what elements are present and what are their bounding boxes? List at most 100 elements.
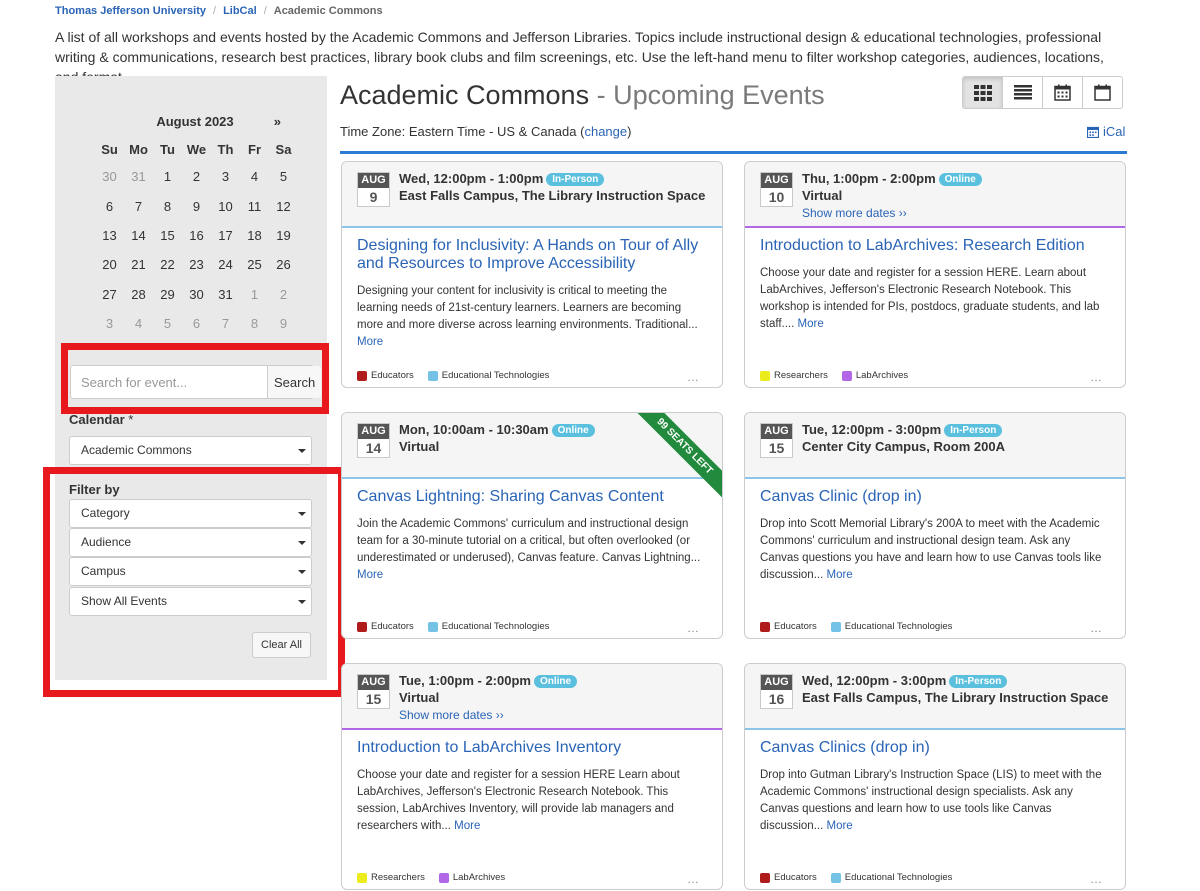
more-link[interactable]: More [454,820,480,832]
more-link[interactable]: More [826,820,852,832]
show-more-dates-link[interactable]: Show more dates ›› [802,206,907,220]
month-view-button[interactable] [1042,76,1083,109]
category-tag[interactable]: Educators [357,621,414,632]
date-day: 14 [365,440,382,456]
event-description: Designing your content for inclusivity i… [357,283,707,351]
calendar-day[interactable]: 3 [211,162,240,191]
calendar-day[interactable]: 29 [153,280,182,309]
calendar-day[interactable]: 5 [269,162,298,191]
category-tag[interactable]: Researchers [760,370,828,381]
calendar-day[interactable]: 15 [153,221,182,250]
format-badge: Online [938,173,982,186]
event-title-link[interactable]: Canvas Clinic (drop in) [760,488,1110,506]
calendar-day[interactable]: 31 [211,280,240,309]
tag-label: Educators [371,370,414,381]
date-badge: AUG 10 [760,172,793,207]
calendar-label-text: Calendar [69,412,125,427]
event-tags: Educators Educational Technologies [357,621,549,632]
calendar-day[interactable]: 6 [182,309,211,338]
calendar-day[interactable]: 18 [240,221,269,250]
tag-color-swatch [830,621,841,632]
more-link[interactable]: More [357,569,383,581]
tag-label: Educational Technologies [844,872,953,883]
calendar-day[interactable]: 9 [269,309,298,338]
more-link[interactable]: More [826,569,852,581]
more-options-icon[interactable]: … [687,370,700,384]
calendar-day[interactable]: 22 [153,250,182,279]
calendar-next-month-button[interactable]: » [274,114,281,129]
calendar-day[interactable]: 1 [240,280,269,309]
category-tag[interactable]: Educational Technologies [427,621,549,632]
calendar-day[interactable]: 25 [240,250,269,279]
change-timezone-link[interactable]: change [584,124,627,139]
more-options-icon[interactable]: … [1090,621,1103,635]
calendar-day[interactable]: 30 [95,162,124,191]
calendar-day[interactable]: 2 [182,162,211,191]
calendar-select[interactable]: Academic Commons [69,436,312,465]
calendar-day[interactable]: 9 [182,191,211,220]
calendar-day[interactable]: 5 [153,309,182,338]
calendar-day[interactable]: 1 [153,162,182,191]
show-more-dates-link[interactable]: Show more dates ›› [399,708,504,722]
more-options-icon[interactable]: … [687,872,700,886]
event-card: AUG 14 Mon, 10:00am - 10:30am Online Virtual… [341,412,723,639]
calendar-day[interactable]: 8 [153,191,182,220]
calendar-day[interactable]: 28 [124,280,153,309]
calendar-day[interactable]: 19 [269,221,298,250]
category-tag[interactable]: LabArchives [841,370,908,381]
category-tag[interactable]: Educational Technologies [427,370,549,381]
grid-view-button[interactable] [962,76,1003,109]
week-view-button[interactable] [1082,76,1123,109]
category-tag[interactable]: Educators [357,370,414,381]
category-tag[interactable]: Researchers [357,872,425,883]
calendar-day[interactable]: 26 [269,250,298,279]
date-day: 10 [768,189,785,205]
calendar-day[interactable]: 4 [124,309,153,338]
calendar-day[interactable]: 17 [211,221,240,250]
ical-link[interactable]: iCal [1087,124,1125,139]
calendar-month-icon [1054,84,1071,101]
calendar-day[interactable]: 16 [182,221,211,250]
category-tag[interactable]: Educators [760,872,817,883]
more-options-icon[interactable]: … [1090,370,1103,384]
calendar-day[interactable]: 31 [124,162,153,191]
calendar-day[interactable]: 21 [124,250,153,279]
event-title-link[interactable]: Canvas Lightning: Sharing Canvas Content [357,488,707,506]
calendar-day[interactable]: 4 [240,162,269,191]
event-title-link[interactable]: Introduction to LabArchives: Research Ed… [760,237,1110,255]
calendar-day[interactable]: 14 [124,221,153,250]
list-view-button[interactable] [1002,76,1043,109]
calendar-day[interactable]: 30 [182,280,211,309]
calendar-day[interactable]: 2 [269,280,298,309]
more-link[interactable]: More [357,336,383,348]
event-title-link[interactable]: Designing for Inclusivity: A Hands on To… [357,237,707,273]
calendar-day[interactable]: 24 [211,250,240,279]
page-title: Academic Commons - Upcoming Events [340,80,825,111]
calendar-day[interactable]: 11 [240,191,269,220]
breadcrumb-home-link[interactable]: Thomas Jefferson University [55,5,206,17]
calendar-day[interactable]: 8 [240,309,269,338]
date-month: AUG [358,675,389,690]
calendar-day[interactable]: 23 [182,250,211,279]
category-tag[interactable]: LabArchives [438,872,505,883]
more-options-icon[interactable]: … [1090,872,1103,886]
more-link[interactable]: More [798,318,824,330]
calendar-day[interactable]: 3 [95,309,124,338]
calendar-day[interactable]: 7 [211,309,240,338]
calendar-day[interactable]: 12 [269,191,298,220]
calendar-day[interactable]: 6 [95,191,124,220]
more-options-icon[interactable]: … [687,621,700,635]
calendar-day[interactable]: 27 [95,280,124,309]
event-title-link[interactable]: Canvas Clinics (drop in) [760,739,1110,757]
calendar-day[interactable]: 7 [124,191,153,220]
calendar-day[interactable]: 13 [95,221,124,250]
category-tag[interactable]: Educational Technologies [830,872,953,883]
calendar-day[interactable]: 10 [211,191,240,220]
calendar-day[interactable]: 20 [95,250,124,279]
event-title-link[interactable]: Introduction to LabArchives Inventory [357,739,707,757]
date-day: 16 [768,691,785,707]
header-divider [340,151,1127,154]
category-tag[interactable]: Educational Technologies [830,621,952,632]
category-tag[interactable]: Educators [760,621,817,632]
breadcrumb-libcal-link[interactable]: LibCal [223,5,257,17]
